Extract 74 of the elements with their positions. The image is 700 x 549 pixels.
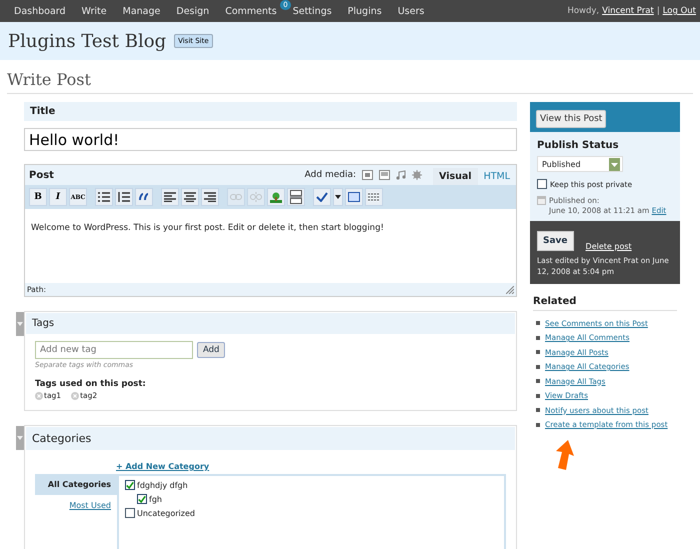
post-content-text: Welcome to WordPress. This is your first post. Edit or delete it, then start blogging! [31,223,384,233]
section-heading: Publish Status [537,140,620,151]
bullet-icon [536,336,540,340]
bullet-icon [536,408,540,412]
logout-link[interactable]: Log Out [662,6,696,16]
more-tag-button[interactable] [287,188,305,206]
tags-used-label: Tags used on this post: [35,379,147,389]
category-label: Uncategorized [137,508,195,518]
bullet-icon [536,350,540,354]
delete-post-link[interactable]: Delete post [586,242,632,251]
collapse-handle[interactable] [16,426,24,450]
align-right-button[interactable] [201,188,219,206]
align-left-button[interactable] [161,188,179,206]
video-icon[interactable] [379,170,390,180]
nav-link[interactable]: Users [390,6,432,16]
view-post-button[interactable]: View this Post [536,110,606,128]
section-heading: Tags [26,313,515,334]
user-link[interactable]: Vincent Prat [602,6,654,16]
image-icon[interactable] [362,170,374,180]
italic-button[interactable]: I [49,188,67,206]
dotted-lines-icon [368,193,380,201]
bullet-icon [536,379,540,383]
nav-link[interactable]: Plugins [340,6,390,16]
title-field[interactable]: Hello world! [24,128,517,151]
nav-link[interactable]: Write [74,6,115,16]
add-media-label: Add media: [304,170,356,182]
bullet-icon [536,394,540,398]
bullet-icon [536,321,540,325]
category-tab[interactable]: All Categories [35,474,117,495]
page-title: Write Post [7,70,693,94]
checkbox[interactable] [537,179,547,189]
section-heading: Post [28,170,55,183]
checkbox[interactable] [125,508,135,518]
save-button[interactable]: Save [537,231,574,251]
blog-title: Plugins Test Blog [8,30,166,52]
collapse-handle[interactable] [16,312,24,336]
add-category-link[interactable]: + Add New Category [116,462,516,471]
nav-link[interactable]: Dashboard [6,6,74,16]
category-tab[interactable]: Most Used [35,495,117,516]
music-note-icon[interactable] [396,170,406,180]
checkbox[interactable] [125,480,135,490]
calendar-icon [537,196,546,205]
new-tag-field[interactable]: Add new tag [35,341,193,359]
quote-button[interactable] [135,188,153,206]
section-heading: Title [24,102,517,121]
category-label: fgh [149,494,162,504]
add-tag-button[interactable]: Add [197,342,226,358]
numbered-list-button[interactable] [115,188,133,206]
post-content-area[interactable]: Welcome to WordPress. This is your first post. Edit or delete it, then start blogging! [25,209,516,283]
quote-icon [139,193,149,201]
section-heading: Categories [26,427,515,450]
bullet-list-button[interactable] [95,188,113,206]
greeting-text: Howdy, [567,6,600,16]
editor-tab[interactable]: Visual [433,168,478,185]
kitchen-sink-button[interactable] [365,188,383,206]
bullet-icon [536,422,540,426]
nav-link[interactable]: Design [168,6,218,16]
status-dropdown[interactable]: Published [537,156,623,172]
insert-image-button[interactable] [267,188,285,206]
dropdown-button[interactable] [333,188,343,206]
link-icon [230,194,242,200]
editor-tab[interactable]: HTML [478,168,516,185]
category-label: fdghdjy dfgh [137,480,188,490]
spellcheck-button[interactable] [313,188,331,206]
checkbox[interactable] [137,494,147,504]
nav-link[interactable]: Manage [114,6,168,16]
section-heading: Related [533,296,677,311]
fullscreen-button[interactable] [345,188,363,206]
bullet-icon [536,364,540,368]
align-center-button[interactable] [181,188,199,206]
resize-grip-icon[interactable] [506,286,514,294]
caret-icon [335,195,341,199]
separator-text: | [656,6,660,16]
bold-button[interactable]: B [29,188,47,206]
